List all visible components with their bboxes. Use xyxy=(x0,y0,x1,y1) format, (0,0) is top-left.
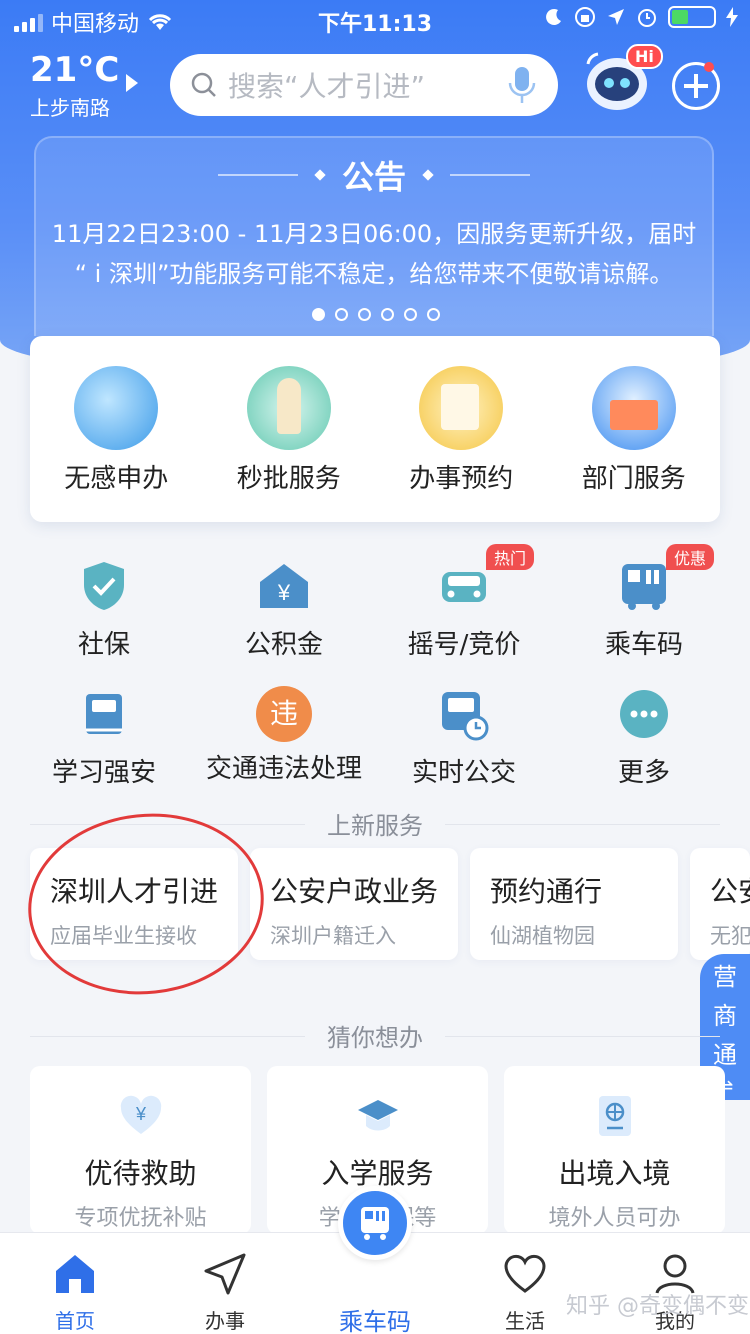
notification-dot xyxy=(704,62,714,72)
new-service-card[interactable]: 预约通行 仙湖植物园 xyxy=(470,848,678,960)
bus-qr-icon xyxy=(361,1207,389,1240)
microphone-icon[interactable] xyxy=(506,65,538,105)
car-icon xyxy=(442,572,486,602)
bus-code-tab-button[interactable] xyxy=(338,1186,412,1260)
building-icon xyxy=(591,366,676,450)
send-icon xyxy=(204,1253,246,1295)
service-realtime-bus[interactable]: 实时公交 xyxy=(374,676,554,804)
tab-home[interactable]: 首页 xyxy=(0,1233,150,1334)
alarm-icon xyxy=(638,9,656,27)
hot-badge: 热门 xyxy=(486,544,535,570)
location-label: 上步南路 xyxy=(30,96,110,120)
tab-affairs[interactable]: 办事 xyxy=(150,1233,300,1334)
notepad-pencil-icon xyxy=(419,366,504,450)
service-more[interactable]: 更多 xyxy=(554,676,734,804)
svg-text:¥: ¥ xyxy=(134,1104,146,1124)
bus-code-icon xyxy=(622,564,666,610)
shield-check-icon xyxy=(84,562,124,610)
guess-card[interactable]: 出境入境 境外人员可办 xyxy=(504,1066,725,1234)
section-title-guess: 猜你想办 xyxy=(30,1018,720,1053)
search-icon xyxy=(191,72,216,97)
feature-appointment[interactable]: 办事预约 xyxy=(375,336,548,522)
heart-yen-icon: ¥ xyxy=(120,1095,161,1134)
carousel-dots[interactable] xyxy=(36,308,716,321)
heart-icon xyxy=(504,1254,546,1293)
guess-card[interactable]: ¥ 优待救助 专项优抚补贴 xyxy=(30,1066,251,1234)
carousel-dot[interactable] xyxy=(427,308,440,321)
watermark: 知乎 @奇变偶不变 xyxy=(566,1294,749,1319)
chevron-right-icon[interactable] xyxy=(126,74,138,92)
service-traffic-violation[interactable]: 违 交通违法处理 xyxy=(194,676,374,804)
graduation-cap-icon xyxy=(357,1100,398,1131)
more-dots-icon xyxy=(620,690,668,738)
feature-card: 无感申办 秒批服务 办事预约 部门服务 xyxy=(30,336,720,522)
discount-badge: 优惠 xyxy=(666,544,715,570)
carousel-dot[interactable] xyxy=(312,308,325,321)
service-bus-code[interactable]: 优惠 乘车码 xyxy=(554,544,734,676)
feature-instant-approval[interactable]: 秒批服务 xyxy=(203,336,376,522)
bus-clock-icon xyxy=(442,692,489,741)
battery-icon xyxy=(668,6,716,28)
home-icon xyxy=(56,1255,94,1293)
new-service-card[interactable]: 公安 无犯 xyxy=(690,848,750,960)
notice-line-1: 11月22日23:00 - 11月23日06:00，因服务更新升级，届时 xyxy=(51,220,697,248)
service-grid: 社保 ¥ 公积金 热门 摇号/竞价 优惠 乘车码 学习强安 违 交通违法处理 实… xyxy=(14,544,734,804)
passport-icon xyxy=(598,1096,631,1136)
notice-banner[interactable]: 公告 11月22日23:00 - 11月23日06:00，因服务更新升级，届时 … xyxy=(34,136,714,336)
search-bar[interactable]: 搜索“人才引进” xyxy=(170,54,558,116)
tab-bus-code-label[interactable]: 乘车码 xyxy=(300,1302,450,1334)
moon-icon xyxy=(546,8,561,25)
carousel-dot[interactable] xyxy=(404,308,417,321)
hi-badge: Hi xyxy=(626,44,663,69)
status-bar: 中国移动 下午11:13 xyxy=(0,0,750,40)
charging-icon xyxy=(726,7,738,27)
search-placeholder: 搜索“人才引进” xyxy=(228,70,426,103)
carousel-dot[interactable] xyxy=(335,308,348,321)
rocket-icon xyxy=(246,366,331,450)
service-lottery-bidding[interactable]: 热门 摇号/竞价 xyxy=(374,544,554,676)
notice-title: 公告 xyxy=(341,158,406,196)
feature-no-touch-apply[interactable]: 无感申办 xyxy=(30,336,203,522)
service-housing-fund[interactable]: ¥ 公积金 xyxy=(194,548,374,676)
service-social-security[interactable]: 社保 xyxy=(14,548,194,676)
feature-department[interactable]: 部门服务 xyxy=(548,336,721,522)
house-yen-icon: ¥ xyxy=(260,564,308,608)
svg-text:¥: ¥ xyxy=(277,580,291,605)
notice-line-2: “ i 深圳”功能服务可能不稳定，给您带来不便敬请谅解。 xyxy=(74,260,674,288)
robot-service-icon xyxy=(74,366,159,450)
new-service-card[interactable]: 公安户政业务 深圳户籍迁入 xyxy=(250,848,458,960)
carousel-dot[interactable] xyxy=(381,308,394,321)
location-icon xyxy=(608,9,624,25)
carousel-dot[interactable] xyxy=(358,308,371,321)
book-icon xyxy=(86,694,122,734)
violation-icon: 违 xyxy=(256,686,312,742)
weather-widget[interactable]: 21°C 上步南路 xyxy=(30,52,119,121)
orientation-lock-icon xyxy=(575,7,595,27)
temperature: 21°C xyxy=(30,50,120,90)
service-safety-learning[interactable]: 学习强安 xyxy=(14,676,194,804)
